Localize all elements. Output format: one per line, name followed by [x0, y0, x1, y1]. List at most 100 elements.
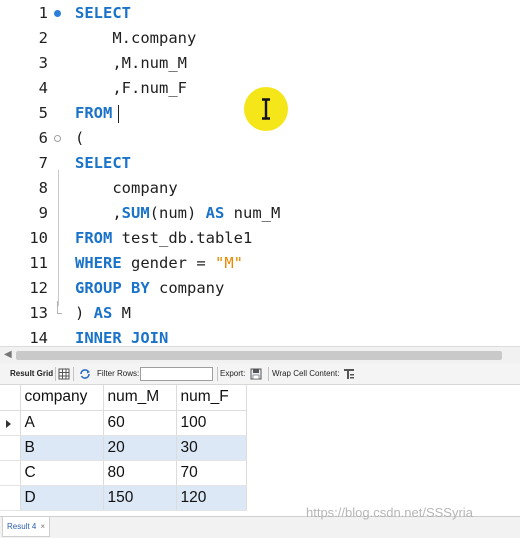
line-number: 8 [38, 179, 48, 197]
code-line[interactable]: 13) AS M [0, 301, 520, 326]
result-grid[interactable]: company num_M num_F A 60 100 B 20 30 C 80 70 D 150 120 [0, 385, 520, 516]
table-cell[interactable]: B [20, 435, 104, 461]
code-text: SELECT [75, 151, 131, 176]
wrap-cell-icon[interactable] [343, 368, 355, 380]
table-row[interactable]: D 150 120 [0, 485, 247, 511]
close-tab-icon[interactable]: × [40, 522, 45, 531]
code-text: ,F.num_F [75, 76, 187, 101]
text-caret [118, 104, 120, 123]
line-number: 2 [38, 29, 48, 47]
scrollbar-thumb[interactable] [16, 351, 502, 360]
sql-token: company [75, 179, 178, 197]
toolbar-divider [268, 367, 269, 381]
code-text: FROM test_db.table1 [75, 226, 252, 251]
table-cell[interactable]: 120 [176, 485, 247, 511]
horizontal-scrollbar[interactable]: ◀ [0, 346, 520, 363]
code-line[interactable]: 10 FROM test_db.table1 [0, 226, 520, 251]
code-line[interactable]: 2 M.company [0, 26, 520, 51]
sql-token: ) [75, 304, 94, 322]
code-text: ,SUM(num) AS num_M [75, 201, 280, 226]
fold-toggle-icon[interactable] [53, 126, 63, 151]
code-text: SELECT [75, 1, 131, 26]
scroll-left-arrow-icon[interactable]: ◀ [4, 349, 12, 360]
sql-keyword: FROM [75, 104, 113, 122]
code-text: M.company [75, 26, 196, 51]
code-text: ( [75, 126, 84, 151]
table-cell[interactable]: 60 [103, 410, 177, 436]
code-line[interactable]: 14 INNER JOIN [0, 326, 520, 346]
row-header[interactable] [0, 435, 21, 461]
line-number: 14 [29, 329, 48, 346]
current-row-arrow-icon [6, 419, 11, 428]
toolbar-divider [55, 367, 56, 381]
code-line[interactable]: 7 SELECT [0, 151, 520, 176]
row-header[interactable] [0, 485, 21, 511]
line-number: 5 [38, 104, 48, 122]
watermark: https://blog.csdn.net/SSSyria [306, 505, 473, 520]
table-cell[interactable]: D [20, 485, 104, 511]
sql-keyword: SELECT [75, 4, 131, 22]
line-number: 7 [38, 154, 48, 172]
filter-rows-input[interactable] [140, 367, 213, 381]
sql-keyword: GROUP BY [75, 279, 150, 297]
grid-corner[interactable] [0, 385, 21, 411]
grid-view-icon[interactable] [58, 368, 70, 380]
table-cell[interactable]: 100 [176, 410, 247, 436]
code-line[interactable]: 9 ,SUM(num) AS num_M [0, 201, 520, 226]
table-cell[interactable]: A [20, 410, 104, 436]
export-icon[interactable] [250, 368, 262, 380]
sql-keyword: SUM [121, 204, 150, 222]
sql-token: ,F.num_F [75, 79, 187, 97]
line-number: 13 [29, 304, 48, 322]
table-cell[interactable]: 80 [103, 460, 177, 486]
wrap-cell-content-label: Wrap Cell Content: [272, 369, 340, 378]
filter-rows-label: Filter Rows: [97, 369, 140, 378]
result-grid-label[interactable]: Result Grid [10, 363, 53, 385]
sql-keyword: AS [205, 204, 225, 222]
sql-keyword: INNER JOIN [75, 329, 169, 346]
sql-keyword: WHERE [75, 254, 122, 272]
code-text: FROM [75, 101, 120, 126]
table-row[interactable]: C 80 70 [0, 460, 247, 486]
sql-token: ,M.num_M [75, 54, 187, 72]
sql-token: M.company [75, 29, 197, 47]
row-header[interactable] [0, 460, 21, 486]
refresh-icon[interactable] [79, 368, 91, 380]
sql-keyword: SELECT [75, 154, 131, 172]
result-tab-label: Result 4 [7, 522, 37, 531]
result-tab[interactable]: Result 4 × [2, 517, 51, 537]
sql-token: (num) [149, 204, 206, 222]
column-header-company[interactable]: company [20, 385, 104, 411]
ibeam-cursor-icon [262, 98, 270, 120]
toolbar-divider [217, 367, 218, 381]
line-number: 11 [29, 254, 48, 272]
column-header-num_m[interactable]: num_M [103, 385, 177, 411]
code-line[interactable]: 8 company [0, 176, 520, 201]
code-line[interactable]: 1 SELECT [0, 1, 520, 26]
table-cell[interactable]: 70 [176, 460, 247, 486]
code-line[interactable]: 11 WHERE gender = "M" [0, 251, 520, 276]
code-text: INNER JOIN [75, 326, 168, 346]
table-cell[interactable]: 30 [176, 435, 247, 461]
line-number: 10 [29, 229, 48, 247]
table-cell[interactable]: 150 [103, 485, 177, 511]
code-line[interactable]: 12 GROUP BY company [0, 276, 520, 301]
statement-marker-icon [53, 1, 63, 26]
export-label: Export: [220, 369, 246, 378]
sql-token: gender = [121, 254, 215, 272]
table-cell[interactable]: 20 [103, 435, 177, 461]
sql-token: ( [75, 129, 85, 147]
code-text: company [75, 176, 178, 201]
column-header-num_f[interactable]: num_F [176, 385, 247, 411]
table-row[interactable]: B 20 30 [0, 435, 247, 461]
sql-editor[interactable]: 1 SELECT 2 M.company 3 ,M.num_M 4 ,F.num_F 5 F… [0, 0, 520, 346]
table-cell[interactable]: C [20, 460, 104, 486]
result-table[interactable]: company num_M num_F A 60 100 B 20 30 C 80 70 D 150 120 [0, 385, 247, 511]
code-text: WHERE gender = "M" [75, 251, 243, 276]
sql-token: test_db.table1 [112, 229, 253, 247]
line-number: 1 [38, 4, 48, 22]
row-header[interactable] [0, 410, 21, 436]
table-row[interactable]: A 60 100 [0, 410, 247, 436]
sql-token: num_M [224, 204, 281, 222]
code-line[interactable]: 3 ,M.num_M [0, 51, 520, 76]
